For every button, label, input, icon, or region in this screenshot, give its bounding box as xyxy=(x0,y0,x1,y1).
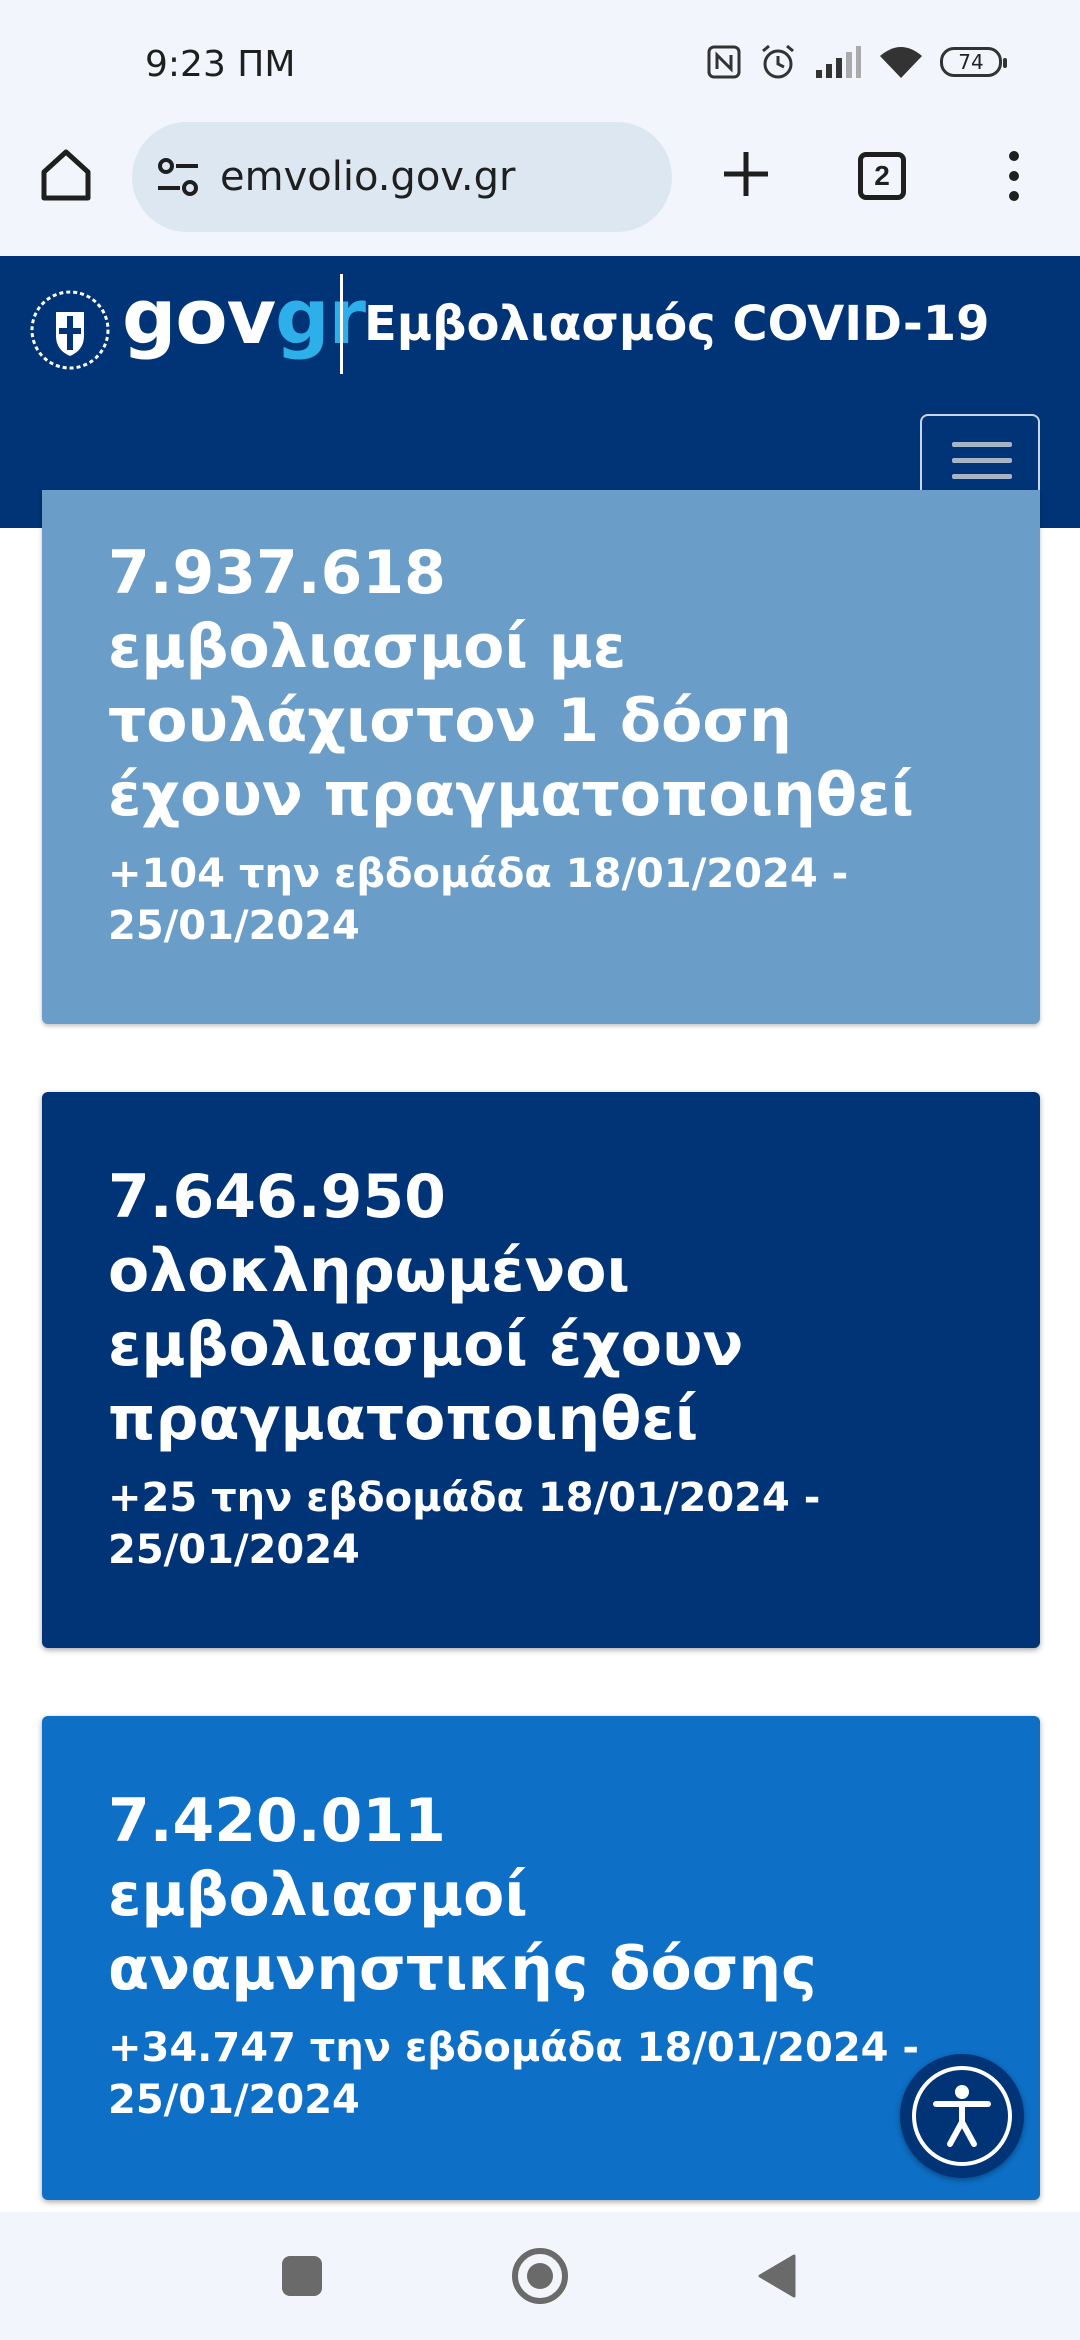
accessibility-button[interactable] xyxy=(900,2054,1024,2178)
system-nav-bar xyxy=(0,2212,1080,2340)
tab-switcher-icon[interactable]: 2 xyxy=(858,152,906,200)
stat-delta-line: 25/01/2024 xyxy=(108,903,360,949)
logo-gov: gov xyxy=(122,272,276,361)
page-title[interactable]: Εμβολιασμός COVID-19 xyxy=(364,296,990,352)
stat-description-line: εμβολιασμοί έχουν xyxy=(108,1310,744,1380)
site-settings-icon[interactable] xyxy=(154,152,204,202)
stat-weekly-delta: +25 την εβδομάδα 18/01/2024 - 25/01/2024 xyxy=(108,1472,1008,1576)
stat-delta-line: +25 την εβδομάδα 18/01/2024 - xyxy=(108,1475,821,1521)
alarm-icon xyxy=(762,44,794,79)
home-nav-icon[interactable] xyxy=(512,2248,568,2304)
stat-card-completed: 7.646.950 ολοκληρωμένοι εμβολιασμοί έχου… xyxy=(42,1092,1040,1648)
stat-delta-line: +104 την εβδομάδα 18/01/2024 - xyxy=(108,851,849,897)
url-text: emvolio.gov.gr xyxy=(220,154,516,200)
stat-value: 7.420.011 xyxy=(108,1786,446,1856)
wifi-icon xyxy=(880,47,922,78)
stat-description-line: εμβολιασμοί με xyxy=(108,612,627,682)
url-bar[interactable]: emvolio.gov.gr xyxy=(132,122,672,232)
stat-card-first-dose: 7.937.618 εμβολιασμοί με τουλάχιστον 1 δ… xyxy=(42,490,1040,1024)
hamburger-line xyxy=(952,474,1012,479)
stat-delta-line: +34.747 την εβδομάδα 18/01/2024 - xyxy=(108,2025,920,2071)
accessibility-icon xyxy=(933,2085,991,2147)
stat-value: 7.937.618 xyxy=(108,538,446,608)
overflow-menu-icon[interactable] xyxy=(1000,150,1028,202)
stat-description-line: ολοκληρωμένοι xyxy=(108,1236,630,1306)
back-icon[interactable] xyxy=(756,2252,796,2300)
browser-toolbar: emvolio.gov.gr 2 xyxy=(0,120,1080,256)
hamburger-line xyxy=(952,458,1012,463)
stat-weekly-delta: +104 την εβδομάδα 18/01/2024 - 25/01/202… xyxy=(108,848,1008,952)
greek-emblem-icon[interactable] xyxy=(28,288,112,372)
stat-description-line: αναμνηστικής δόσης xyxy=(108,1934,817,2004)
home-icon[interactable] xyxy=(34,142,98,206)
logo-gr: gr xyxy=(275,272,366,361)
stat-delta-line: 25/01/2024 xyxy=(108,2077,360,2123)
site-header: govgr Εμβολιασμός COVID-19 xyxy=(0,256,1080,528)
stat-description-line: εμβολιασμοί xyxy=(108,1860,528,1930)
recents-icon[interactable] xyxy=(282,2256,322,2296)
battery-icon: 74 xyxy=(940,47,1007,77)
nfc-icon xyxy=(707,45,741,79)
header-divider xyxy=(340,274,343,374)
stat-delta-line: 25/01/2024 xyxy=(108,1527,360,1573)
stat-value: 7.646.950 xyxy=(108,1162,446,1232)
stat-weekly-delta: +34.747 την εβδομάδα 18/01/2024 - 25/01/… xyxy=(108,2022,1008,2126)
status-time: 9:23 ΠΜ xyxy=(145,44,296,85)
stat-description-line: τουλάχιστον 1 δόση xyxy=(108,686,792,756)
signal-icon xyxy=(816,46,861,78)
stat-description-line: έχουν πραγματοποιηθεί xyxy=(108,760,914,830)
stat-description-line: πραγματοποιηθεί xyxy=(108,1384,699,1454)
new-tab-icon[interactable] xyxy=(718,146,774,202)
stat-card-booster: 7.420.011 εμβολιασμοί αναμνηστικής δόσης… xyxy=(42,1716,1040,2200)
status-icons: 74 xyxy=(706,42,1007,82)
status-bar: 9:23 ΠΜ 74 xyxy=(0,0,1080,120)
govgr-logo[interactable]: govgr xyxy=(122,272,366,361)
hamburger-line xyxy=(952,442,1012,447)
